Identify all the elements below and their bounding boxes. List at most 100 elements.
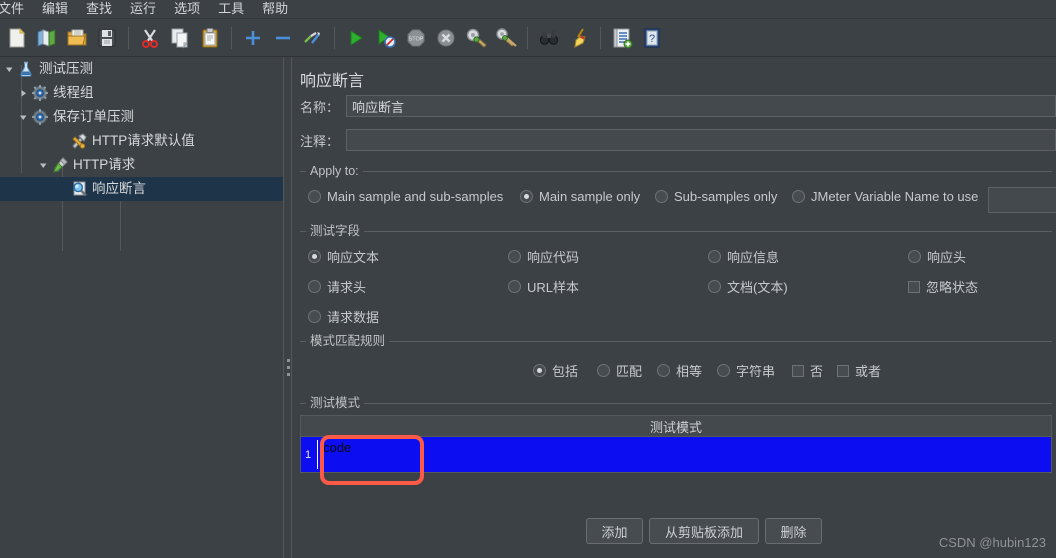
row-number: 1 — [304, 448, 312, 461]
menu-item-options[interactable]: 选项 — [165, 0, 209, 18]
reset-search-broom-icon[interactable] — [564, 23, 594, 53]
radio-response-text[interactable]: 响应文本 — [308, 247, 379, 266]
tree-node-response-assertion[interactable]: 响应断言 — [0, 177, 283, 201]
radio-response-message[interactable]: 响应信息 — [708, 247, 779, 266]
checkbox-label: 或者 — [855, 364, 882, 379]
radio-indicator — [655, 190, 668, 203]
radio-indicator — [657, 364, 670, 377]
checkbox-label: 忽略状态 — [926, 280, 979, 295]
test-field-body: 响应文本 响应代码 响应信息 响应头 请求头 URL样本 文档(文本) 忽略状态… — [300, 239, 1052, 326]
radio-main-only[interactable]: Main sample only — [520, 189, 640, 204]
group-border — [300, 231, 1052, 232]
checkbox-not[interactable]: 否 — [792, 361, 823, 380]
radio-jmeter-variable[interactable]: JMeter Variable Name to use — [792, 189, 978, 204]
toolbar-separator — [334, 26, 335, 49]
checkbox-ignore-status[interactable]: 忽略状态 — [908, 277, 978, 296]
comment-label: 注释： — [300, 133, 340, 149]
search-binoculars-icon[interactable] — [534, 23, 564, 53]
menu-item-file[interactable]: 文件 — [0, 0, 33, 18]
radio-indicator — [908, 250, 921, 263]
table-column-header[interactable]: 测试模式 — [300, 415, 1052, 437]
collapse-minus-icon[interactable] — [268, 23, 298, 53]
expand-plus-icon[interactable] — [238, 23, 268, 53]
clear-all-icon[interactable] — [491, 23, 521, 53]
test-field-title: 测试字段 — [306, 223, 365, 239]
checkbox-label: 否 — [810, 364, 824, 379]
checkbox-indicator — [837, 364, 849, 377]
table-row[interactable]: 1 code — [300, 437, 1052, 473]
chevron-down-icon[interactable] — [2, 57, 16, 81]
menu-item-run[interactable]: 运行 — [121, 0, 165, 18]
cut-scissors-icon[interactable] — [135, 23, 165, 53]
radio-equals[interactable]: 相等 — [657, 361, 702, 380]
open-templates-icon[interactable] — [32, 23, 62, 53]
radio-response-code[interactable]: 响应代码 — [508, 247, 579, 266]
delete-button[interactable]: 删除 — [765, 518, 822, 544]
open-folder-icon[interactable] — [62, 23, 92, 53]
menu-item-search[interactable]: 查找 — [77, 0, 121, 18]
start-play-icon[interactable] — [341, 23, 371, 53]
radio-main-and-sub[interactable]: Main sample and sub-samples — [308, 189, 503, 204]
add-button[interactable]: 添加 — [586, 518, 643, 544]
tree-node-http-defaults[interactable]: HTTP请求默认值 — [0, 129, 283, 153]
chevron-down-icon[interactable] — [36, 153, 50, 177]
help-book-icon[interactable]: ? — [637, 23, 667, 53]
menu-item-tools[interactable]: 工具 — [209, 0, 253, 18]
jmeter-variable-input[interactable] — [988, 187, 1056, 213]
tree-node-save-order-thread-group[interactable]: 保存订单压测 — [0, 105, 283, 129]
radio-indicator — [308, 190, 321, 203]
pattern-cell-editor[interactable]: code — [315, 437, 1051, 472]
menu-item-edit[interactable]: 编辑 — [33, 0, 77, 18]
copy-icon[interactable] — [165, 23, 195, 53]
start-no-timers-icon[interactable] — [371, 23, 401, 53]
test-plan-tree[interactable]: 测试压测 线程组 保存订单压测 HTTP请求默认值 HTTP请求 响应断言 — [0, 57, 283, 558]
radio-response-headers[interactable]: 响应头 — [908, 247, 966, 266]
tree-node-test-plan[interactable]: 测试压测 — [0, 57, 283, 81]
radio-matches[interactable]: 匹配 — [597, 361, 642, 380]
chevron-right-icon[interactable] — [16, 81, 30, 105]
tree-node-http-request[interactable]: HTTP请求 — [0, 153, 283, 177]
radio-indicator — [533, 364, 546, 377]
pattern-cell-value: code — [323, 440, 352, 455]
radio-request-headers[interactable]: 请求头 — [308, 277, 366, 296]
svg-text:?: ? — [649, 33, 655, 45]
stop-icon[interactable]: STOP — [401, 23, 431, 53]
tree-node-label: 保存订单压测 — [53, 109, 134, 124]
radio-sub-only[interactable]: Sub-samples only — [655, 189, 777, 204]
paste-clipboard-icon[interactable] — [195, 23, 225, 53]
toggle-enable-icon[interactable] — [298, 23, 328, 53]
radio-indicator — [708, 280, 721, 293]
function-helper-icon[interactable] — [607, 23, 637, 53]
http-defaults-icon — [69, 129, 89, 153]
radio-url-sample[interactable]: URL样本 — [508, 277, 579, 296]
tree-node-label: HTTP请求 — [73, 157, 136, 172]
radio-request-data[interactable]: 请求数据 — [308, 307, 379, 326]
test-patterns-group: 测试模式 测试模式 1 code — [300, 395, 1052, 525]
splitter-grip[interactable] — [287, 359, 290, 380]
save-icon[interactable] — [92, 23, 122, 53]
menu-item-help[interactable]: 帮助 — [253, 0, 297, 18]
group-border — [300, 403, 1052, 404]
new-file-icon[interactable] — [2, 23, 32, 53]
tree-node-thread-group[interactable]: 线程组 — [0, 81, 283, 105]
clear-icon[interactable] — [461, 23, 491, 53]
shutdown-icon[interactable] — [431, 23, 461, 53]
radio-label: 包括 — [552, 364, 579, 379]
radio-document-text[interactable]: 文档(文本) — [708, 277, 788, 296]
radio-substring[interactable]: 字符串 — [717, 361, 775, 380]
radio-contains[interactable]: 包括 — [533, 361, 578, 380]
panel-splitter[interactable] — [283, 57, 292, 558]
name-input[interactable] — [346, 95, 1056, 117]
add-from-clipboard-button[interactable]: 从剪贴板添加 — [649, 518, 759, 544]
watermark: CSDN @hubin123 — [938, 535, 1046, 550]
chevron-down-icon[interactable] — [16, 105, 30, 129]
toolbar: STOP ? — [0, 19, 1056, 57]
test-plan-icon — [16, 57, 36, 81]
radio-indicator — [597, 364, 610, 377]
comment-input[interactable] — [346, 129, 1056, 151]
radio-indicator — [508, 280, 521, 293]
checkbox-indicator — [792, 364, 804, 377]
radio-label: 匹配 — [616, 364, 643, 379]
radio-indicator — [308, 280, 321, 293]
checkbox-or[interactable]: 或者 — [837, 361, 881, 380]
